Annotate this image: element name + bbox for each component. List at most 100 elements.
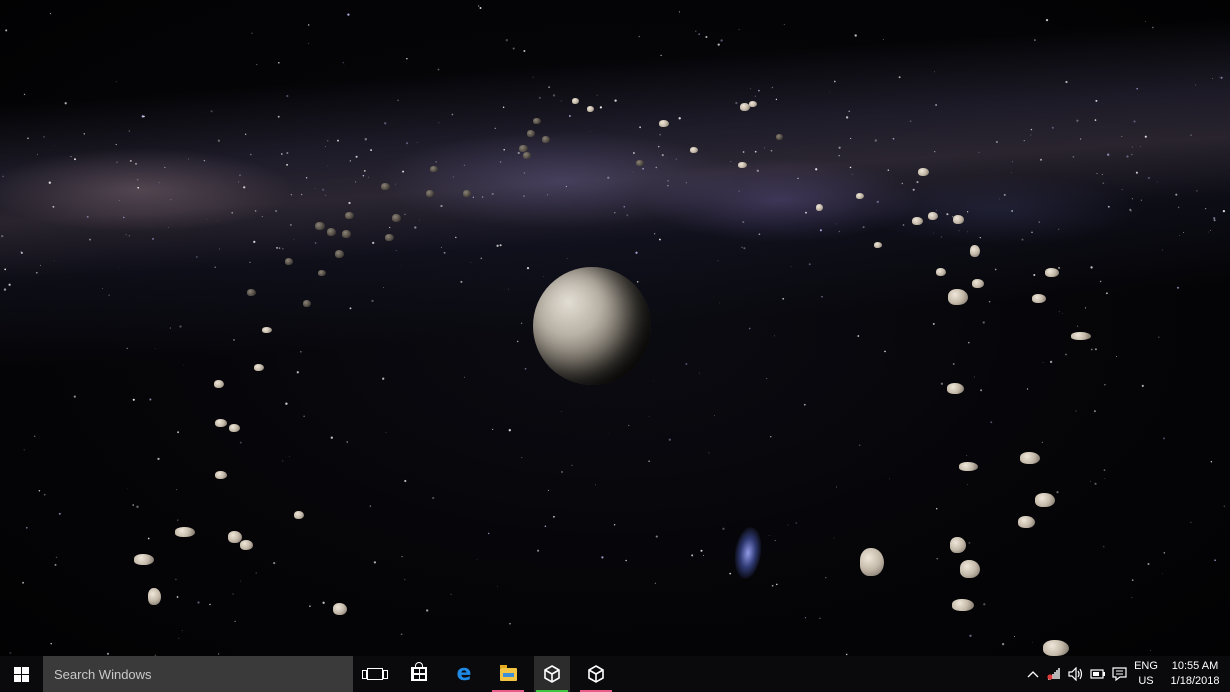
show-hidden-icons-button[interactable] xyxy=(1024,656,1042,692)
star xyxy=(1147,176,1151,180)
star xyxy=(754,150,757,153)
star xyxy=(874,139,877,142)
star xyxy=(1195,84,1197,86)
star xyxy=(385,432,387,433)
start-button[interactable] xyxy=(0,656,42,692)
battery-icon xyxy=(1090,669,1105,679)
taskbar-app-store[interactable] xyxy=(401,656,437,692)
star xyxy=(735,101,738,105)
star xyxy=(1107,205,1110,208)
star xyxy=(1051,126,1054,129)
star xyxy=(678,11,681,13)
star xyxy=(197,601,200,604)
star xyxy=(714,415,715,417)
star xyxy=(965,454,968,457)
star xyxy=(516,340,519,343)
star xyxy=(775,98,778,101)
taskbar-app-edge[interactable]: e xyxy=(446,656,482,692)
search-box[interactable]: Search Windows xyxy=(43,656,353,692)
task-view-button[interactable] xyxy=(357,656,393,692)
star xyxy=(64,102,67,105)
star xyxy=(1090,266,1093,269)
star xyxy=(472,196,475,198)
star xyxy=(833,537,835,539)
star xyxy=(978,151,980,154)
star xyxy=(749,88,752,90)
star xyxy=(589,130,591,132)
star xyxy=(862,226,865,229)
star xyxy=(43,493,46,496)
asteroid xyxy=(523,152,531,159)
star xyxy=(661,153,664,157)
star xyxy=(321,188,325,191)
star xyxy=(58,512,61,515)
star xyxy=(940,382,944,385)
star xyxy=(296,371,299,374)
star xyxy=(1076,119,1079,122)
star xyxy=(632,171,634,173)
star xyxy=(571,464,573,467)
star xyxy=(476,559,478,560)
star xyxy=(934,151,936,153)
star xyxy=(280,153,283,155)
star xyxy=(132,398,135,401)
star xyxy=(766,378,768,380)
star xyxy=(4,268,7,271)
star xyxy=(1158,336,1160,338)
star xyxy=(655,535,658,538)
asteroid xyxy=(303,300,311,307)
volume-button[interactable] xyxy=(1066,656,1086,692)
star xyxy=(369,505,372,507)
star xyxy=(1089,480,1092,482)
star xyxy=(980,389,983,392)
asteroid xyxy=(738,162,747,168)
battery-button[interactable] xyxy=(1088,656,1108,692)
star xyxy=(819,229,822,232)
star xyxy=(966,211,969,213)
asteroid xyxy=(342,230,351,238)
star xyxy=(685,182,687,184)
taskbar-app-file-explorer[interactable] xyxy=(490,656,526,692)
star xyxy=(902,224,905,226)
star xyxy=(940,236,942,238)
network-button[interactable] xyxy=(1044,656,1064,692)
star xyxy=(565,185,567,188)
taskbar-app-unity-1[interactable] xyxy=(534,656,570,692)
asteroid xyxy=(327,228,336,236)
star xyxy=(1131,146,1134,148)
star xyxy=(657,145,660,148)
star xyxy=(278,247,281,249)
star xyxy=(118,200,120,201)
star xyxy=(217,220,219,222)
star xyxy=(400,264,402,266)
taskbar-app-unity-2[interactable] xyxy=(578,656,614,692)
action-center-button[interactable] xyxy=(1109,656,1129,692)
star xyxy=(995,140,998,144)
star xyxy=(623,205,626,208)
star xyxy=(763,147,766,149)
star xyxy=(1,234,4,238)
star xyxy=(1205,208,1207,210)
input-language-button[interactable]: ENG US xyxy=(1131,659,1161,689)
star xyxy=(729,572,732,575)
star xyxy=(342,61,345,64)
star xyxy=(638,35,641,38)
star xyxy=(717,43,720,46)
star xyxy=(181,630,183,631)
star xyxy=(126,488,128,490)
star xyxy=(308,43,310,44)
star xyxy=(1041,441,1043,443)
clock-button[interactable]: 10:55 AM 1/18/2018 xyxy=(1164,659,1226,689)
star xyxy=(89,238,91,241)
star xyxy=(22,581,25,584)
star xyxy=(659,134,661,136)
star xyxy=(782,297,785,300)
asteroid xyxy=(215,471,227,479)
star xyxy=(1099,280,1102,283)
asteroid xyxy=(542,136,550,143)
star xyxy=(1095,99,1098,102)
star xyxy=(560,411,562,412)
star xyxy=(666,157,667,159)
unity-icon xyxy=(544,665,560,683)
star xyxy=(505,39,508,42)
